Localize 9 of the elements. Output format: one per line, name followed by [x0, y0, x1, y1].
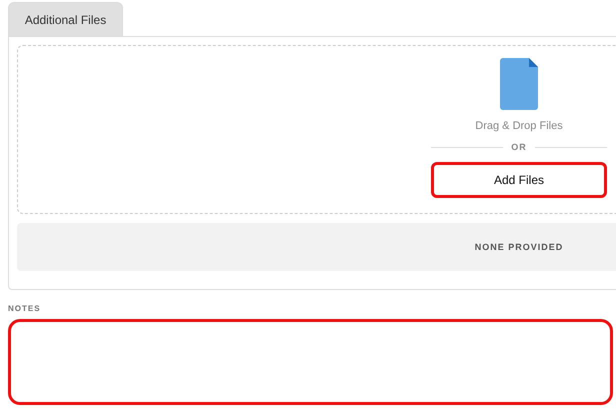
tab[interactable]: Additional Files: [8, 2, 123, 36]
notes-field[interactable]: [8, 319, 613, 405]
add-files-button[interactable]: Add Files: [431, 162, 607, 198]
files-status: NONE PROVIDED: [474, 242, 564, 252]
drop-zone[interactable]: Drag & Drop Files OR Add Files: [17, 45, 616, 214]
notes-label: NOTES: [8, 304, 42, 313]
drag-drop-hint: Drag & Drop Files: [475, 120, 563, 132]
or-separator: OR: [511, 142, 527, 152]
file-icon: [500, 58, 538, 110]
